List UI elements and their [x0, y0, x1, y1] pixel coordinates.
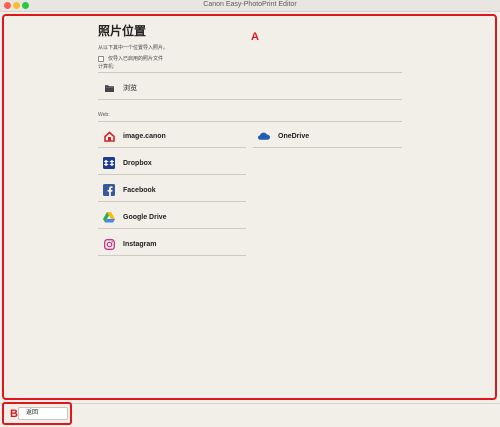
browse-row-divider — [98, 99, 402, 100]
service-label: Google Drive — [123, 213, 167, 221]
folder-icon — [103, 82, 115, 94]
import-option-checkbox[interactable] — [98, 55, 104, 62]
instagram-icon — [103, 238, 115, 250]
image-canon-icon — [103, 130, 115, 142]
service-label: image.canon — [123, 132, 166, 140]
facebook-icon — [103, 184, 115, 196]
service-label: Facebook — [123, 186, 156, 194]
back-button[interactable]: 返回 — [18, 407, 68, 420]
web-section-top-divider — [98, 121, 402, 122]
window-title: Canon Easy-PhotoPrint Editor — [203, 1, 297, 8]
service-row-google-drive[interactable]: Google Drive — [98, 205, 246, 229]
row-divider — [98, 201, 246, 202]
service-label: Dropbox — [123, 159, 152, 167]
browse-row[interactable]: 浏览 — [98, 76, 402, 100]
service-label: OneDrive — [278, 132, 310, 140]
service-label: Instagram — [123, 240, 157, 248]
page-subtitle: 从以下其中一个位置导入照片。 — [98, 45, 169, 51]
import-option-checkbox-row[interactable]: 仅导入已启用的照片文件 — [98, 55, 402, 62]
service-row-dropbox[interactable]: Dropbox — [98, 151, 246, 175]
import-option-label: 仅导入已启用的照片文件 — [108, 56, 164, 62]
google-drive-icon — [103, 211, 115, 223]
service-row-onedrive[interactable]: OneDrive — [253, 124, 402, 148]
callout-label-b: B — [10, 408, 18, 420]
computer-section-label: 计算机: — [98, 64, 115, 70]
service-row-image-canon[interactable]: image.canon — [98, 124, 246, 148]
row-divider — [98, 228, 246, 229]
row-divider — [98, 255, 246, 256]
service-row-instagram[interactable]: Instagram — [98, 232, 246, 256]
service-row-facebook[interactable]: Facebook — [98, 178, 246, 202]
page-title: 照片位置 — [98, 24, 147, 38]
row-divider — [98, 174, 246, 175]
computer-section-top-divider — [98, 72, 402, 73]
onedrive-icon — [258, 130, 270, 142]
photo-location-panel: 照片位置 从以下其中一个位置导入照片。 仅导入已启用的照片文件 — [98, 22, 402, 62]
window-titlebar: Canon Easy-PhotoPrint Editor — [0, 0, 500, 12]
browse-label: 浏览 — [123, 85, 137, 92]
web-section-label: Web: — [98, 112, 110, 118]
dropbox-icon — [103, 157, 115, 169]
row-divider — [253, 147, 402, 148]
bottom-toolbar — [0, 403, 500, 427]
row-divider — [98, 147, 246, 148]
